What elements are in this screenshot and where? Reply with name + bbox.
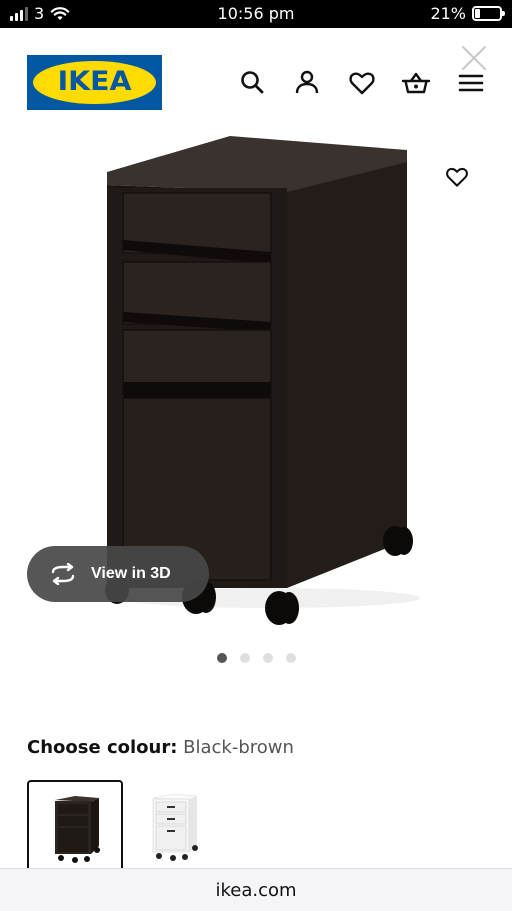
browser-address-bar[interactable]: ikea.com <box>0 868 512 911</box>
battery-icon <box>472 6 505 21</box>
swatch-image <box>152 793 198 861</box>
carousel-dot[interactable] <box>262 653 273 663</box>
image-carousel-dots <box>0 653 512 663</box>
site-header: IKEA <box>0 28 512 120</box>
carousel-dot[interactable] <box>285 653 296 663</box>
url-text: ikea.com <box>215 880 297 901</box>
status-bar: 3 10:56 pm 21% <box>0 0 512 28</box>
colour-label: Choose colour: <box>27 737 178 758</box>
carousel-dot[interactable] <box>216 653 227 663</box>
colour-swatch-black-brown[interactable] <box>27 780 123 876</box>
carousel-dot[interactable] <box>239 653 250 663</box>
battery-percent: 21% <box>430 4 466 23</box>
swatch-image <box>55 796 100 863</box>
colour-value: Black-brown <box>183 737 294 758</box>
user-icon[interactable] <box>292 68 322 98</box>
search-icon[interactable] <box>238 68 268 98</box>
add-to-favourites-button[interactable] <box>432 152 482 202</box>
view-in-3d-label: View in 3D <box>91 565 171 582</box>
heart-icon <box>446 167 468 187</box>
ikea-logo[interactable]: IKEA <box>27 55 162 110</box>
basket-icon[interactable] <box>401 68 431 98</box>
logo-text: IKEA <box>57 66 132 97</box>
rotate-3d-icon <box>51 563 75 585</box>
colour-swatch-white[interactable] <box>127 780 223 876</box>
colour-chooser-heading: Choose colour: Black-brown <box>27 737 294 758</box>
view-in-3d-button[interactable]: View in 3D <box>27 546 209 602</box>
heart-icon[interactable] <box>347 68 377 98</box>
menu-icon[interactable] <box>456 68 486 98</box>
